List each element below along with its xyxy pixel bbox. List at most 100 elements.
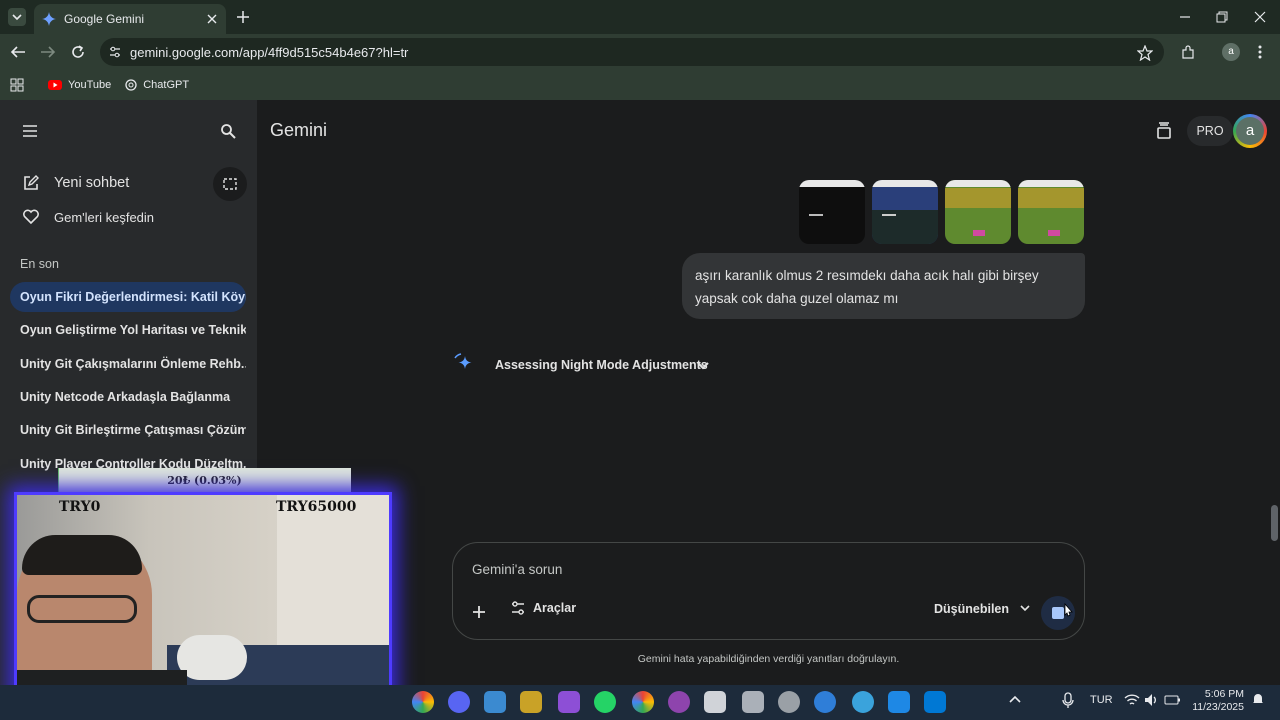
recent-chat-item[interactable]: Oyun Fikri Değerlendirmesi: Katil Köylü — [10, 282, 246, 312]
whatsapp-icon[interactable] — [594, 691, 616, 713]
minimize-icon[interactable] — [1178, 10, 1192, 24]
prompt-composer: Gemini'a sorun Araçlar Düşünebilen — [452, 542, 1085, 640]
attached-image[interactable] — [1018, 180, 1084, 244]
chatgpt-icon — [125, 79, 137, 91]
user-message-bubble: aşırı karanlık olmus 2 resımdekı daha ac… — [682, 253, 1085, 319]
plus-icon[interactable] — [472, 605, 486, 619]
clock-date: 11/23/2025 — [1192, 701, 1244, 713]
model-label: Düşünebilen — [934, 602, 1010, 616]
tab-search-button[interactable] — [8, 8, 26, 26]
goal-end-label: TRY65000 — [276, 499, 357, 515]
bookmark-chatgpt[interactable]: ChatGPT — [125, 79, 189, 91]
progress-fill — [58, 468, 59, 492]
menu-icon[interactable] — [22, 124, 38, 138]
unity-icon[interactable] — [704, 691, 726, 713]
attached-image[interactable] — [799, 180, 865, 244]
thinking-label[interactable]: Assessing Night Mode Adjustments — [495, 358, 708, 372]
vpn-icon[interactable] — [484, 691, 506, 713]
temporary-chat-button[interactable] — [213, 167, 247, 201]
more-vert-icon[interactable] — [1256, 44, 1264, 60]
attached-image[interactable] — [872, 180, 938, 244]
mouse-cursor-icon — [1064, 603, 1073, 617]
app-title: Gemini — [270, 120, 328, 140]
browser-tab[interactable]: Google Gemini — [34, 4, 226, 34]
pro-badge[interactable]: PRO — [1187, 116, 1233, 146]
reload-icon[interactable] — [70, 44, 86, 60]
explore-gems-label: Gem'leri keşfedin — [54, 209, 155, 225]
obs-icon[interactable] — [778, 691, 800, 713]
security-shield-icon[interactable] — [888, 691, 910, 713]
volume-icon[interactable] — [1144, 693, 1158, 707]
bookmark-label: YouTube — [68, 79, 112, 91]
new-chat-button[interactable]: Yeni sohbet — [22, 174, 129, 192]
site-settings-icon[interactable] — [108, 45, 122, 59]
attached-image[interactable] — [945, 180, 1011, 244]
browser-icon[interactable] — [852, 691, 874, 713]
profile-avatar[interactable]: a — [1222, 43, 1240, 61]
edit-icon — [24, 175, 39, 190]
apps-grid-icon[interactable] — [10, 78, 24, 92]
extensions-icon[interactable] — [1180, 45, 1196, 61]
game-launcher-icon[interactable] — [520, 691, 542, 713]
browser-tab-strip: Google Gemini — [0, 0, 1280, 34]
recent-chat-item[interactable]: Unity Git Çakışmalarını Önleme Rehb... — [10, 349, 246, 379]
github-desktop-icon[interactable] — [668, 691, 690, 713]
recent-chat-item[interactable]: Unity Netcode Arkadaşla Bağlanma — [10, 382, 246, 412]
new-tab-icon[interactable] — [236, 10, 250, 24]
prompt-input[interactable]: Gemini'a sorun — [472, 562, 562, 577]
discord-icon[interactable] — [448, 691, 470, 713]
tune-icon — [512, 601, 524, 615]
youtube-icon — [48, 80, 62, 90]
window-close-icon[interactable] — [1253, 10, 1267, 24]
goal-start-label: TRY0 — [59, 499, 101, 515]
app-icon[interactable] — [558, 691, 580, 713]
bookmark-label: ChatGPT — [143, 79, 190, 91]
account-avatar[interactable]: a — [1233, 114, 1267, 148]
dashed-square-icon — [223, 178, 237, 190]
model-selector[interactable]: Düşünebilen — [934, 602, 1031, 616]
tools-label: Araçlar — [533, 601, 577, 615]
webcam-overlay: TRY0 TRY65000 — [14, 492, 392, 704]
chrome-icon[interactable] — [412, 691, 434, 713]
app-icon[interactable] — [814, 691, 836, 713]
notification-icon[interactable] — [1251, 692, 1265, 706]
restore-icon[interactable] — [1215, 10, 1229, 24]
microphone-icon[interactable] — [1062, 692, 1074, 710]
account-avatar-letter: a — [1236, 117, 1264, 145]
url-text: gemini.google.com/app/4ff9d515c54b4e67?h… — [130, 44, 409, 60]
unity-hub-icon[interactable] — [742, 691, 764, 713]
browser-toolbar: gemini.google.com/app/4ff9d515c54b4e67?h… — [0, 34, 1280, 70]
gemini-thinking-icon — [454, 353, 472, 369]
bookmarks-bar: YouTube ChatGPT — [0, 70, 1280, 100]
chevron-down-icon[interactable] — [696, 360, 710, 372]
battery-icon[interactable] — [1164, 695, 1180, 705]
address-bar[interactable]: gemini.google.com/app/4ff9d515c54b4e67?h… — [100, 38, 1164, 66]
bookmark-star-icon[interactable] — [1137, 45, 1153, 61]
share-conversation-icon[interactable] — [1155, 122, 1173, 140]
language-indicator[interactable]: TUR — [1090, 694, 1113, 706]
clock[interactable]: 5:06 PM 11/23/2025 — [1188, 688, 1244, 714]
donation-progress-bar: 20₺ (0.03%) — [58, 468, 351, 492]
bookmark-youtube[interactable]: YouTube — [48, 79, 111, 91]
tab-title: Google Gemini — [64, 12, 145, 26]
recent-heading: En son — [20, 257, 59, 271]
wifi-icon[interactable] — [1124, 693, 1140, 707]
tools-button[interactable]: Araçlar — [511, 601, 576, 615]
disclaimer-text: Gemini hata yapabildiğinden verdiği yanı… — [637, 653, 900, 665]
scrollbar-thumb[interactable] — [1271, 505, 1278, 541]
explore-gems-button[interactable]: Gem'leri keşfedin — [22, 208, 154, 226]
back-arrow-icon[interactable] — [10, 45, 26, 59]
forward-arrow-icon[interactable] — [40, 45, 56, 59]
chrome-icon[interactable] — [632, 691, 654, 713]
chevron-down-icon — [12, 14, 22, 21]
clock-time: 5:06 PM — [1204, 688, 1244, 700]
recent-chat-item[interactable]: Oyun Geliştirme Yol Haritası ve Teknik..… — [10, 315, 246, 345]
close-icon[interactable] — [206, 13, 218, 25]
search-icon[interactable] — [220, 123, 236, 139]
recent-chat-item[interactable]: Unity Git Birleştirme Çatışması Çözümü — [10, 415, 246, 445]
chevron-down-icon — [1020, 605, 1030, 612]
chevron-up-icon[interactable] — [1008, 694, 1022, 704]
vscode-icon[interactable] — [924, 691, 946, 713]
new-chat-label: Yeni sohbet — [54, 175, 130, 191]
gem-heart-icon — [23, 209, 39, 225]
